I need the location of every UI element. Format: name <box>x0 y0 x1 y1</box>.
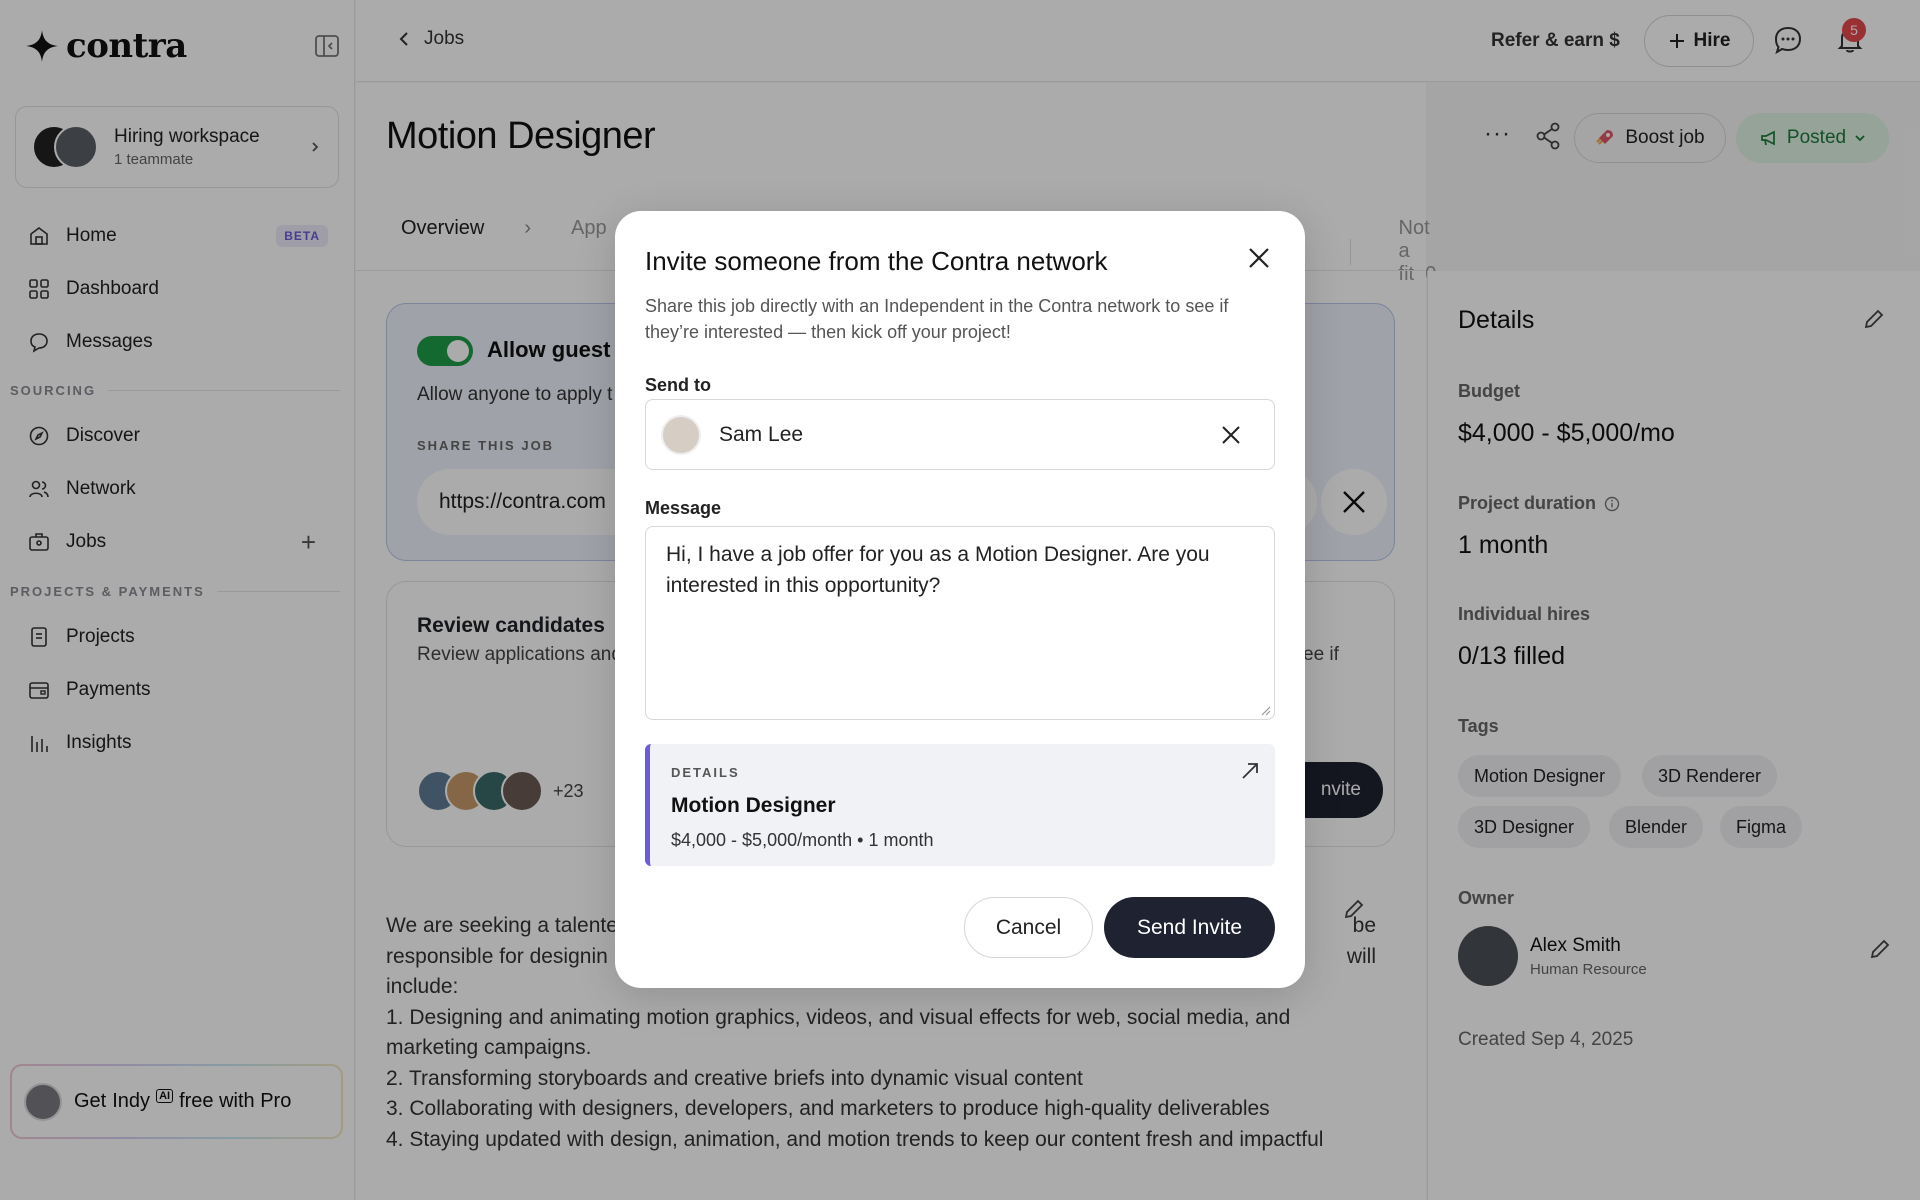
send-to-label: Send to <box>645 375 711 395</box>
resize-handle-icon[interactable] <box>1259 704 1271 716</box>
invite-modal: Invite someone from the Contra network S… <box>615 211 1305 988</box>
message-text: Hi, I have a job offer for you as a Moti… <box>666 543 1210 597</box>
message-textarea[interactable]: Hi, I have a job offer for you as a Moti… <box>645 526 1275 720</box>
message-label: Message <box>645 498 722 518</box>
job-card-title: Motion Designer <box>671 794 836 817</box>
avatar <box>661 414 701 455</box>
modal-description: Share this job directly with an Independ… <box>645 296 1229 342</box>
external-link-icon[interactable] <box>1239 760 1261 782</box>
send-invite-button[interactable]: Send Invite <box>1104 897 1275 958</box>
close-icon[interactable] <box>1245 244 1273 272</box>
details-label: DETAILS <box>671 765 740 780</box>
modal-title: Invite someone from the Contra network <box>645 246 1108 276</box>
send-to-field[interactable]: Sam Lee <box>645 399 1275 470</box>
cancel-button[interactable]: Cancel <box>964 897 1093 958</box>
job-card-meta: $4,000 - $5,000/month • 1 month <box>671 830 934 850</box>
recipient-name: Sam Lee <box>719 422 804 446</box>
job-details-card: DETAILS Motion Designer $4,000 - $5,000/… <box>645 744 1275 866</box>
remove-recipient-icon[interactable] <box>1218 422 1244 448</box>
